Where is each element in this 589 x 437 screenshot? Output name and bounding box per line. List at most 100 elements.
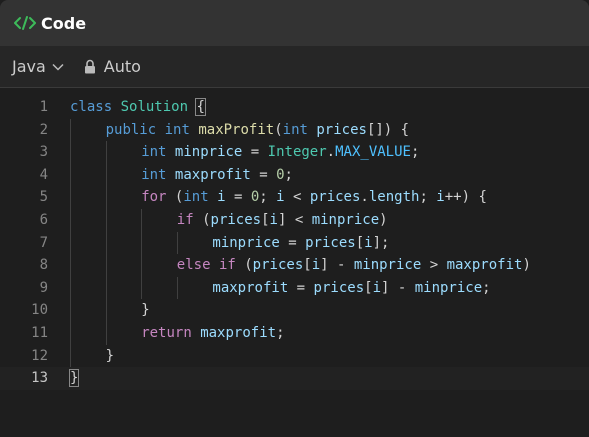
code-token: length [368, 189, 420, 206]
code-text: minprice = prices[i]; [212, 232, 389, 255]
code-token: prices [309, 189, 361, 206]
line-number: 9 [39, 279, 48, 296]
matched-bracket: } [68, 369, 80, 388]
code-token: } [105, 347, 115, 364]
code-editor[interactable]: 1 class Solution {2 public int maxProfit(i… [0, 88, 589, 437]
code-text: int maxprofit = 0; [141, 164, 293, 187]
code-token: i [436, 189, 445, 206]
indent-guide [105, 208, 107, 232]
code-token: prices [316, 121, 367, 138]
indent-guide [70, 299, 71, 322]
code-token: = [225, 189, 251, 206]
code-line[interactable]: 10} [0, 299, 589, 322]
mode-label: Auto [103, 57, 141, 76]
code-token: ; [276, 324, 285, 341]
code-line[interactable]: 2 public int maxProfit(int prices[]) { [0, 118, 589, 142]
code-line[interactable]: 12} [0, 344, 589, 368]
code-text: else if (prices[i] - minprice > maxprofi… [177, 254, 531, 277]
code-line[interactable]: 11 return maxprofit; [0, 321, 589, 345]
code-text: public int maxProfit(int prices[]) { [106, 119, 410, 142]
code-token: Solution [120, 99, 189, 115]
language-label: Java [12, 57, 46, 76]
indent-guide [70, 254, 71, 277]
code-token: if [218, 257, 236, 274]
code-token: ; [419, 189, 437, 206]
code-line[interactable]: 7 minprice = prices[i]; [0, 231, 589, 255]
indent-guide [105, 163, 107, 187]
indent-guide [141, 208, 143, 232]
language-select[interactable]: Java [0, 46, 64, 87]
code-token: int [183, 189, 209, 206]
indent-guide [70, 163, 71, 187]
code-icon [14, 14, 36, 32]
indent-guide [105, 254, 107, 277]
code-token: int [164, 121, 190, 138]
code-token: ; [284, 166, 293, 183]
editor-toolbar: Java Auto [0, 46, 589, 88]
code-token: = [288, 279, 314, 296]
code-token: prices [210, 211, 262, 228]
indent-guide [141, 231, 143, 255]
code-line[interactable]: 1 class Solution { [0, 96, 589, 119]
code-token: . [360, 189, 369, 206]
indent-guide [141, 254, 143, 277]
code-text: } [106, 345, 114, 368]
matched-bracket: { [195, 98, 206, 116]
panel-title: Code [41, 13, 87, 33]
indent-guide [70, 231, 71, 255]
code-token: for [141, 189, 167, 206]
code-token: minprice [311, 211, 380, 228]
code-token: maxprofit [446, 257, 523, 274]
code-token: ]; [372, 234, 390, 251]
line-number: 8 [39, 257, 48, 274]
line-number: 3 [39, 144, 48, 161]
code-line[interactable]: 9 maxprofit = prices[i] - minprice; [0, 276, 589, 300]
code-token: [ [303, 257, 312, 274]
indent-guide [105, 141, 107, 164]
code-line[interactable]: 8 else if (prices[i] - minprice > maxprof… [0, 254, 589, 277]
code-line[interactable]: 3 int minprice = Integer.MAX_VALUE; [0, 141, 589, 164]
indent-guide [176, 276, 178, 300]
indent-guide [141, 276, 143, 300]
code-token: i [217, 189, 226, 206]
line-number: 10 [31, 302, 48, 319]
code-token: int [141, 166, 167, 183]
code-token: . [326, 144, 336, 161]
chevron-down-icon [52, 63, 64, 71]
code-text: for (int i = 0; i < prices.length; i++) … [141, 186, 487, 209]
code-text: int minprice = Integer.MAX_VALUE; [141, 141, 419, 164]
code-token: < [284, 189, 310, 206]
code-token: ++) { [444, 189, 487, 206]
code-token: prices [313, 279, 365, 296]
line-number: 4 [39, 166, 48, 183]
code-token: ) [522, 257, 531, 274]
code-token: i [364, 234, 373, 251]
code-line[interactable]: 4 int maxprofit = 0; [0, 163, 589, 187]
code-token: i [311, 257, 321, 274]
code-token: > [421, 257, 447, 274]
indent-guide [70, 208, 71, 232]
code-line[interactable]: 13} [0, 367, 589, 390]
line-number: 11 [31, 324, 48, 341]
line-number: 13 [31, 370, 48, 387]
indent-guide [105, 231, 107, 255]
code-text: class Solution { [70, 96, 206, 119]
code-token: [ [364, 279, 373, 296]
code-line[interactable]: 6 if (prices[i] < minprice) [0, 208, 589, 232]
code-token: [ [355, 234, 365, 251]
code-token: 0 [276, 166, 285, 183]
code-token: i [276, 189, 285, 206]
indent-guide [176, 231, 178, 255]
code-token: ( [193, 211, 211, 228]
code-line[interactable]: 5 for (int i = 0; i < prices.length; i++)… [0, 186, 589, 209]
code-token: ] - [381, 279, 415, 296]
code-text: return maxprofit; [141, 322, 284, 345]
indent-guide [105, 321, 107, 345]
code-token: = [250, 166, 277, 183]
indent-guide [70, 276, 71, 300]
indent-guide [105, 186, 107, 209]
